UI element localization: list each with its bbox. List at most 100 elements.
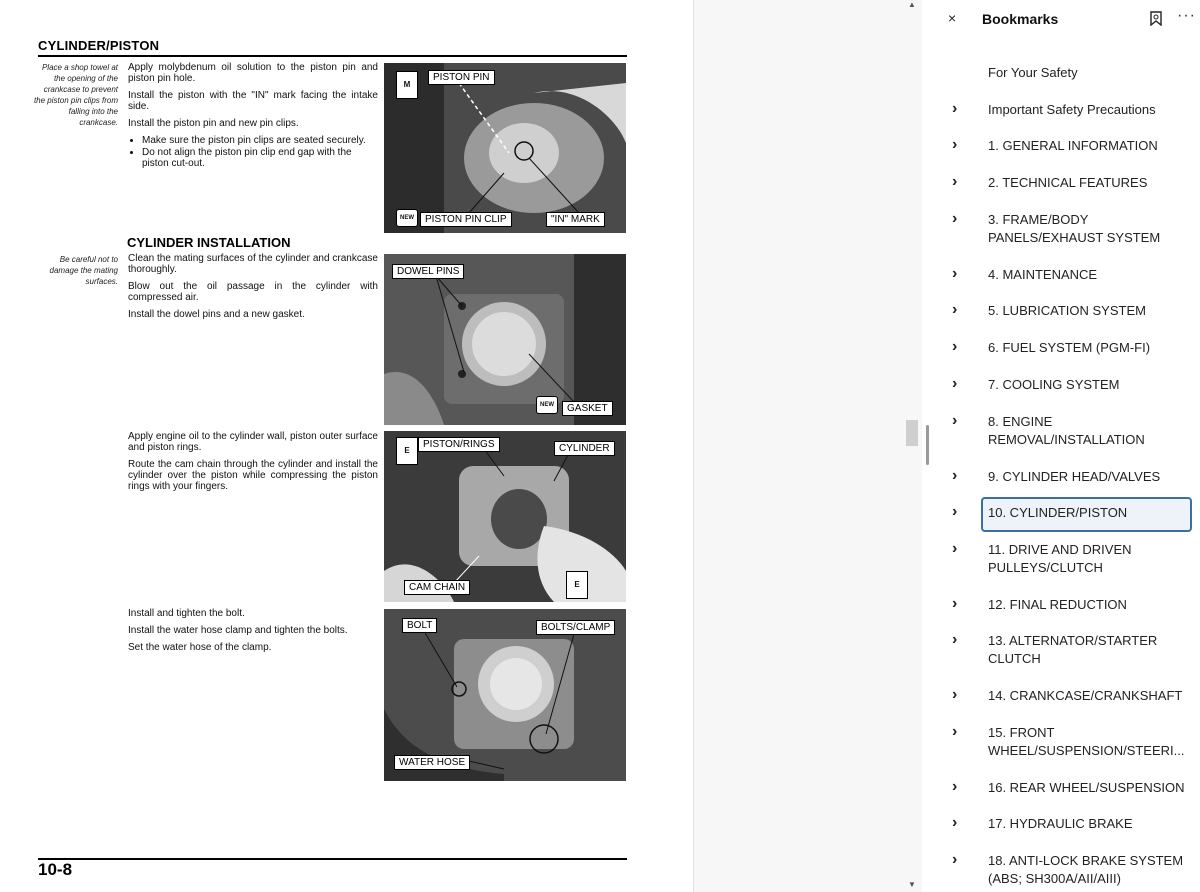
photo-cylinder-fit: E PISTON/RINGS CYLINDER CAM CHAIN E	[384, 431, 626, 602]
bullet-item: Do not align the piston pin clip end gap…	[142, 147, 378, 169]
scroll-thumb[interactable]	[906, 420, 918, 446]
step-text: Clean the mating surfaces of the cylinde…	[128, 253, 378, 275]
chevron-right-icon[interactable]: ›	[952, 504, 957, 520]
bookmark-label: 6. FUEL SYSTEM (PGM-FI)	[988, 340, 1151, 355]
more-options-icon[interactable]: ···	[1177, 7, 1196, 25]
bullet-list: Make sure the piston pin clips are seate…	[128, 135, 378, 169]
bookmark-label: 13. ALTERNATOR/STARTER CLUTCH	[988, 633, 1158, 666]
new-part-icon: NEW	[536, 396, 558, 414]
bookmark-label: 2. TECHNICAL FEATURES	[988, 175, 1148, 190]
tool-oil-icon: M	[396, 71, 418, 99]
step-text: Apply molybdenum oil solution to the pis…	[128, 62, 378, 84]
bookmark-label: 14. CRANKCASE/CRANKSHAFT	[988, 688, 1183, 703]
chevron-right-icon[interactable]: ›	[952, 852, 957, 868]
step-text: Install the water hose clamp and tighten…	[128, 625, 348, 636]
chevron-right-icon[interactable]: ›	[952, 632, 957, 648]
pane-resize-handle[interactable]	[926, 425, 929, 465]
margin-note-mating-surfaces: Be careful not to damage the mating surf…	[49, 255, 119, 286]
close-icon[interactable]: ×	[948, 10, 956, 26]
sub-heading-cylinder-installation: CYLINDER INSTALLATION	[127, 235, 291, 250]
margin-note-shop-towel: Place a shop towel at the opening of the…	[33, 63, 118, 127]
new-part-icon: NEW	[396, 209, 418, 227]
chevron-right-icon[interactable]: ›	[952, 211, 957, 227]
chevron-right-icon[interactable]: ›	[952, 413, 957, 429]
callout-bolt: BOLT	[402, 618, 438, 633]
step-text: Install the dowel pins and a new gasket.	[128, 309, 305, 320]
callout-piston-rings: PISTON/RINGS	[418, 437, 500, 452]
bookmarks-header: × Bookmarks ···	[932, 0, 1200, 40]
step-text: Blow out the oil passage in the cylinder…	[128, 281, 378, 303]
bookmark-label: 8. ENGINE REMOVAL/INSTALLATION	[988, 414, 1145, 447]
steps-water-hose: Install and tighten the bolt. Install th…	[128, 608, 378, 659]
bookmark-label: 18. ANTI-LOCK BRAKE SYSTEM (ABS; SH300A/…	[988, 853, 1184, 886]
step-text: Install the piston with the "IN" mark fa…	[128, 90, 378, 112]
chevron-right-icon[interactable]: ›	[952, 101, 957, 117]
photo-piston-pin: M PISTON PIN NEW PISTON PIN CLIP "IN" MA…	[384, 63, 626, 233]
bullet-item: Make sure the piston pin clips are seate…	[142, 135, 378, 146]
bookmark-label: 3. FRAME/BODY PANELS/EXHAUST SYSTEM	[988, 212, 1161, 245]
chevron-right-icon[interactable]: ›	[952, 137, 957, 153]
step-text: Set the water hose of the clamp.	[128, 642, 272, 653]
steps-cylinder-fit: Apply engine oil to the cylinder wall, p…	[128, 431, 378, 498]
photo-dowel-pins-image	[384, 254, 626, 425]
bookmark-label: 4. MAINTENANCE	[988, 267, 1098, 282]
chevron-right-icon[interactable]: ›	[952, 815, 957, 831]
step-text: Route the cam chain through the cylinder…	[128, 459, 378, 492]
steps-cylinder-clean: Clean the mating surfaces of the cylinde…	[128, 253, 378, 326]
tool-oil-icon: E	[566, 571, 588, 599]
callout-piston-pin-clip: PISTON PIN CLIP	[420, 212, 512, 227]
chevron-right-icon[interactable]: ›	[952, 468, 957, 484]
scroll-down-arrow-icon[interactable]: ▼	[907, 880, 917, 889]
viewer-gutter	[693, 0, 922, 892]
step-text: Apply engine oil to the cylinder wall, p…	[128, 431, 378, 453]
page-number: 10-8	[38, 860, 73, 879]
bookmark-label: 17. HYDRAULIC BRAKE	[988, 816, 1133, 831]
bookmark-label: 16. REAR WHEEL/SUSPENSION	[988, 780, 1185, 795]
bookmark-label: 11. DRIVE AND DRIVEN PULLEYS/CLUTCH	[988, 542, 1132, 575]
chevron-right-icon[interactable]: ›	[952, 266, 957, 282]
bookmark-label: Important Safety Precautions	[988, 102, 1156, 117]
callout-piston-pin: PISTON PIN	[428, 70, 495, 85]
bookmark-label: 10. CYLINDER/PISTON	[988, 505, 1128, 520]
bookmark-label: 7. COOLING SYSTEM	[988, 377, 1120, 392]
steps-piston-install: Apply molybdenum oil solution to the pis…	[128, 62, 378, 173]
chevron-right-icon[interactable]: ›	[952, 724, 957, 740]
tool-oil-icon: E	[396, 437, 418, 465]
chevron-right-icon[interactable]: ›	[952, 687, 957, 703]
photo-piston-pin-image	[384, 63, 626, 233]
callout-cam-chain: CAM CHAIN	[404, 580, 471, 595]
photo-cylinder-fit-image	[384, 431, 626, 602]
photo-water-hose: BOLT BOLTS/CLAMP WATER HOSE	[384, 609, 626, 781]
bookmark-label: 1. GENERAL INFORMATION	[988, 138, 1158, 153]
chevron-right-icon[interactable]: ›	[952, 541, 957, 557]
chevron-right-icon[interactable]: ›	[952, 376, 957, 392]
footer-rule	[38, 858, 627, 860]
section-title: CYLINDER/PISTON	[38, 38, 160, 53]
chevron-right-icon[interactable]: ›	[952, 779, 957, 795]
chevron-right-icon[interactable]: ›	[952, 302, 957, 318]
callout-dowel-pins: DOWEL PINS	[392, 264, 465, 279]
step-text: Install and tighten the bolt.	[128, 608, 245, 619]
chevron-right-icon[interactable]: ›	[952, 339, 957, 355]
bookmark-label: 15. FRONT WHEEL/SUSPENSION/STEERI...	[988, 725, 1185, 758]
callout-cylinder: CYLINDER	[554, 441, 615, 456]
callout-water-hose: WATER HOSE	[394, 755, 471, 770]
vertical-scrollbar[interactable]: ▲ ▼	[905, 0, 919, 892]
bookmark-label: For Your Safety	[988, 65, 1078, 80]
callout-gasket: GASKET	[562, 401, 613, 416]
step-text: Install the piston pin and new pin clips…	[128, 118, 299, 129]
bookmark-label: 12. FINAL REDUCTION	[988, 597, 1127, 612]
title-rule	[38, 55, 627, 57]
callout-in-mark: "IN" MARK	[546, 212, 605, 227]
bookmarks-pane: × Bookmarks ··· For Your Safety › Importan…	[932, 0, 1200, 892]
bookmark-label: 9. CYLINDER HEAD/VALVES	[988, 469, 1161, 484]
pdf-page: CYLINDER/PISTON Place a shop towel at th…	[0, 0, 693, 892]
bookmark-search-icon[interactable]	[1150, 11, 1162, 26]
scroll-up-arrow-icon[interactable]: ▲	[907, 0, 917, 9]
chevron-right-icon[interactable]: ›	[952, 596, 957, 612]
callout-bolts-clamp: BOLTS/CLAMP	[536, 620, 616, 635]
photo-dowel-pins: DOWEL PINS NEW GASKET	[384, 254, 626, 425]
chevron-right-icon[interactable]: ›	[952, 174, 957, 190]
bookmarks-title: Bookmarks	[982, 11, 1059, 27]
bookmark-label: 5. LUBRICATION SYSTEM	[988, 303, 1146, 318]
